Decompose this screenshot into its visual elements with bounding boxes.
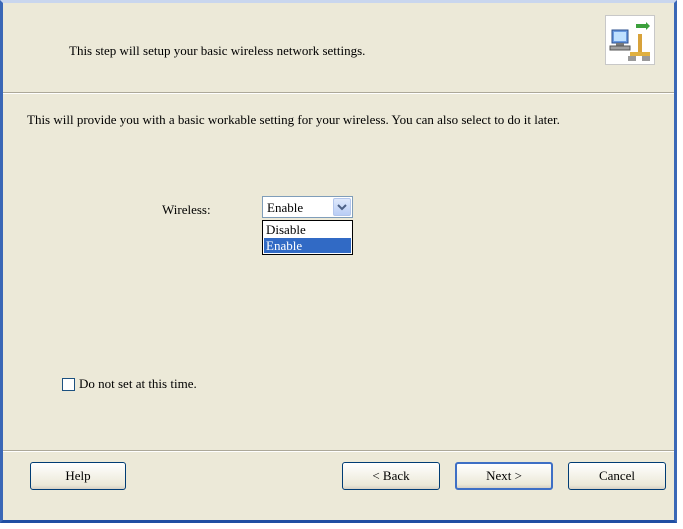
do-not-set-label: Do not set at this time. <box>79 376 197 391</box>
cancel-button[interactable]: Cancel <box>568 462 666 490</box>
wireless-select-value: Enable <box>267 200 304 215</box>
wireless-dropdown-list: Disable Enable <box>262 220 353 255</box>
header-text: This step will setup your basic wireless… <box>69 43 366 58</box>
footer-divider <box>3 450 674 452</box>
wizard-header: This step will setup your basic wireless… <box>3 3 674 89</box>
description-text: This will provide you with a basic worka… <box>27 112 560 127</box>
wireless-label: Wireless: <box>162 202 211 217</box>
chevron-down-icon[interactable] <box>333 198 351 216</box>
back-button[interactable]: < Back <box>342 462 440 490</box>
network-wizard-icon <box>605 15 655 65</box>
option-disable[interactable]: Disable <box>264 222 351 237</box>
option-enable[interactable]: Enable <box>264 238 351 253</box>
do-not-set-checkbox[interactable] <box>62 378 75 391</box>
wireless-select[interactable]: Enable <box>262 196 353 218</box>
next-button[interactable]: Next > <box>455 462 553 490</box>
header-divider <box>3 92 674 94</box>
help-button[interactable]: Help <box>30 462 126 490</box>
